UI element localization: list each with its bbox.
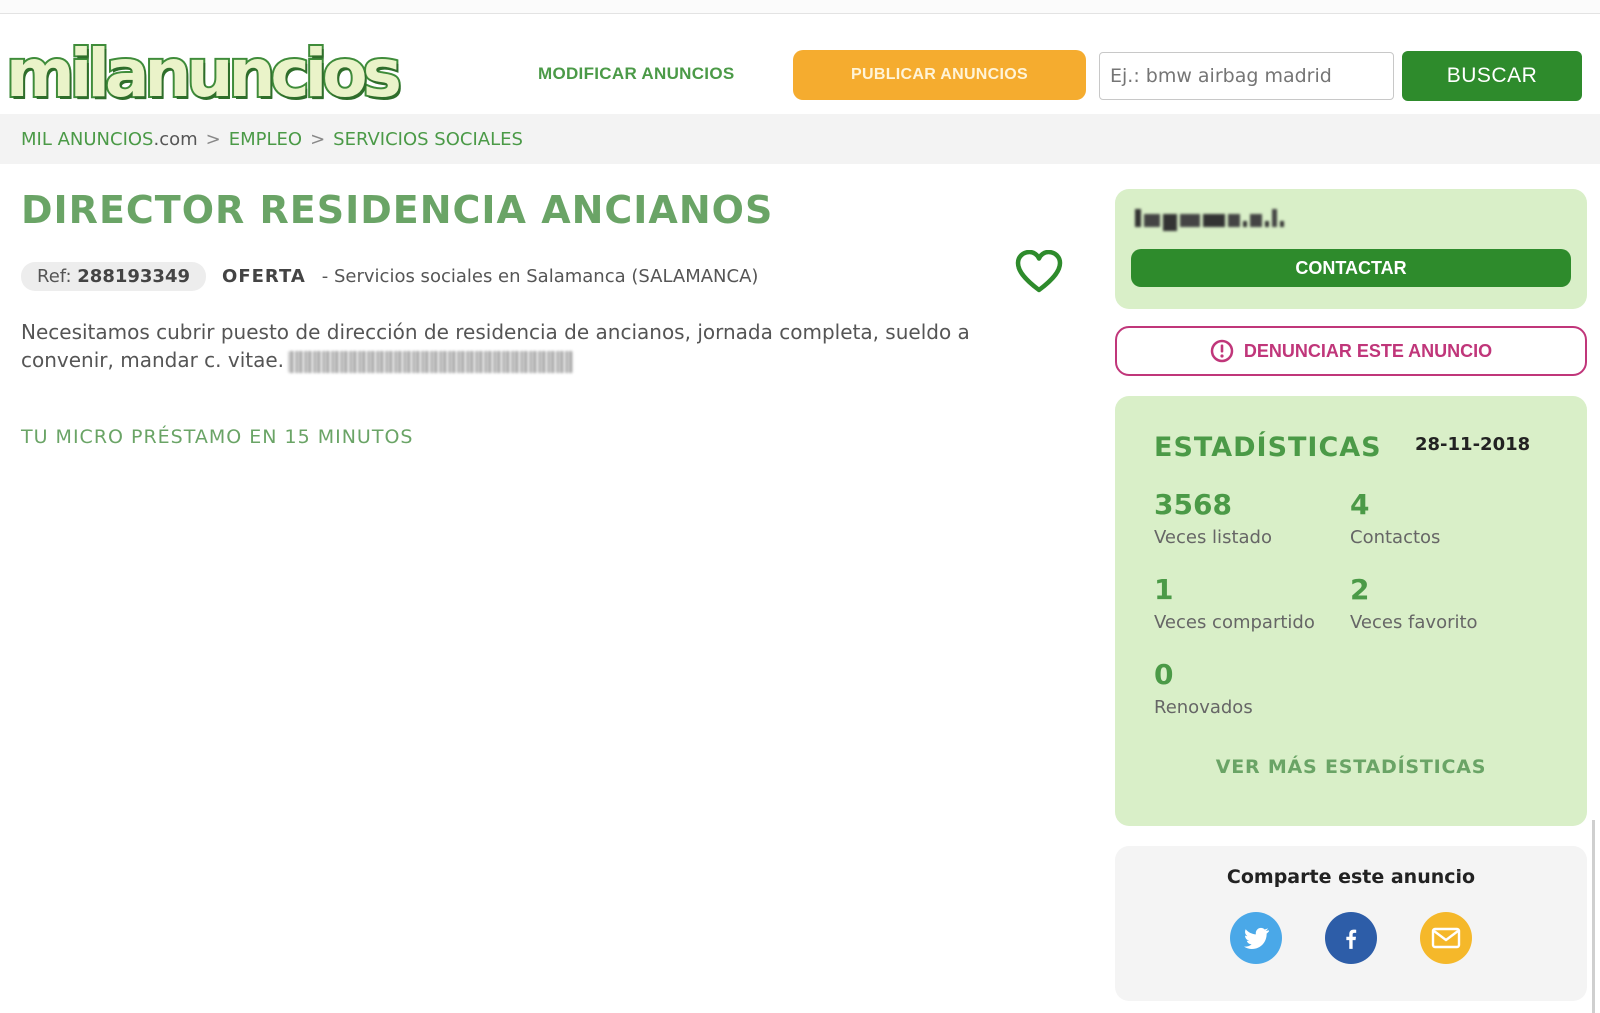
stat-value: 2 bbox=[1350, 573, 1370, 606]
seller-name-redacted bbox=[1135, 205, 1285, 231]
breadcrumb-separator: > bbox=[205, 129, 221, 150]
breadcrumb-bar: MIL ANUNCIOS.com > EMPLEO > SERVICIOS SO… bbox=[0, 114, 1600, 164]
modificar-anuncios-link[interactable]: MODIFICAR ANUNCIOS bbox=[538, 64, 734, 84]
email-icon[interactable] bbox=[1420, 912, 1472, 964]
browser-top-edge bbox=[0, 0, 1600, 14]
milanuncios-logo[interactable]: milanuncios bbox=[4, 34, 404, 114]
breadcrumb-home-label: MIL ANUNCIOS bbox=[21, 129, 154, 150]
ad-meta: Ref: 288193349 OFERTA - Servicios social… bbox=[21, 262, 758, 291]
contactar-button[interactable]: CONTACTAR bbox=[1131, 249, 1571, 287]
stat-value: 1 bbox=[1154, 573, 1174, 606]
stat-label: Veces favorito bbox=[1350, 612, 1478, 633]
buscar-button[interactable]: BUSCAR bbox=[1402, 51, 1582, 101]
denunciar-button[interactable]: DENUNCIAR ESTE ANUNCIO bbox=[1115, 326, 1587, 376]
stats-title: ESTADÍSTICAS bbox=[1154, 432, 1382, 463]
redacted-email bbox=[288, 350, 574, 373]
stat-label: Veces compartido bbox=[1154, 612, 1315, 633]
stats-date: 28-11-2018 bbox=[1415, 434, 1531, 455]
stat-veces-favorito: 2 Veces favorito bbox=[1350, 573, 1478, 633]
ref-label: Ref: bbox=[37, 266, 72, 287]
favorite-heart-icon[interactable] bbox=[1015, 249, 1063, 294]
stat-veces-compartido: 1 Veces compartido bbox=[1154, 573, 1315, 633]
stat-value: 3568 bbox=[1154, 488, 1232, 521]
breadcrumb-empleo[interactable]: EMPLEO bbox=[229, 129, 302, 150]
twitter-icon[interactable] bbox=[1230, 912, 1282, 964]
breadcrumb-separator: > bbox=[310, 129, 326, 150]
search-input[interactable] bbox=[1099, 52, 1394, 100]
breadcrumb-home[interactable]: MIL ANUNCIOS.com bbox=[21, 129, 198, 150]
promo-link[interactable]: TU MICRO PRÉSTAMO EN 15 MINUTOS bbox=[21, 426, 413, 448]
stat-contactos: 4 Contactos bbox=[1350, 488, 1440, 548]
breadcrumb-servicios-sociales[interactable]: SERVICIOS SOCIALES bbox=[333, 129, 523, 150]
scrollbar-edge[interactable] bbox=[1592, 820, 1595, 1013]
stat-label: Veces listado bbox=[1154, 527, 1272, 548]
stat-label: Contactos bbox=[1350, 527, 1441, 548]
share-panel: Comparte este anuncio bbox=[1115, 846, 1587, 1001]
ref-value: 288193349 bbox=[77, 266, 191, 287]
stat-value: 0 bbox=[1154, 658, 1174, 691]
share-title: Comparte este anuncio bbox=[1226, 866, 1476, 888]
breadcrumb-home-suffix: .com bbox=[153, 129, 198, 150]
logo-text: milanuncios bbox=[4, 35, 404, 112]
ad-type: OFERTA bbox=[222, 266, 306, 287]
site-header: milanuncios MODIFICAR ANUNCIOS PUBLICAR … bbox=[0, 14, 1600, 114]
ver-mas-estadisticas-link[interactable]: VER MÁS ESTADÍSTICAS bbox=[1115, 756, 1587, 778]
ad-description: Necesitamos cubrir puesto de dirección d… bbox=[21, 318, 1061, 374]
ad-category-location: - Servicios sociales en Salamanca (SALAM… bbox=[321, 266, 759, 287]
ad-title: DIRECTOR RESIDENCIA ANCIANOS bbox=[21, 188, 774, 232]
stats-panel: ESTADÍSTICAS 28-11-2018 3568 Veces lista… bbox=[1115, 396, 1587, 826]
publicar-anuncios-button[interactable]: PUBLICAR ANUNCIOS bbox=[793, 50, 1086, 100]
ref-badge: Ref: 288193349 bbox=[21, 262, 207, 291]
stat-label: Renovados bbox=[1154, 697, 1253, 718]
breadcrumb: MIL ANUNCIOS.com > EMPLEO > SERVICIOS SO… bbox=[21, 129, 523, 150]
stat-veces-listado: 3568 Veces listado bbox=[1154, 488, 1272, 548]
stat-value: 4 bbox=[1350, 488, 1370, 521]
stat-renovados: 0 Renovados bbox=[1154, 658, 1253, 718]
facebook-icon[interactable] bbox=[1325, 912, 1377, 964]
denunciar-label: DENUNCIAR ESTE ANUNCIO bbox=[1243, 340, 1493, 361]
seller-card: CONTACTAR bbox=[1115, 189, 1587, 309]
alert-icon bbox=[1210, 339, 1234, 363]
